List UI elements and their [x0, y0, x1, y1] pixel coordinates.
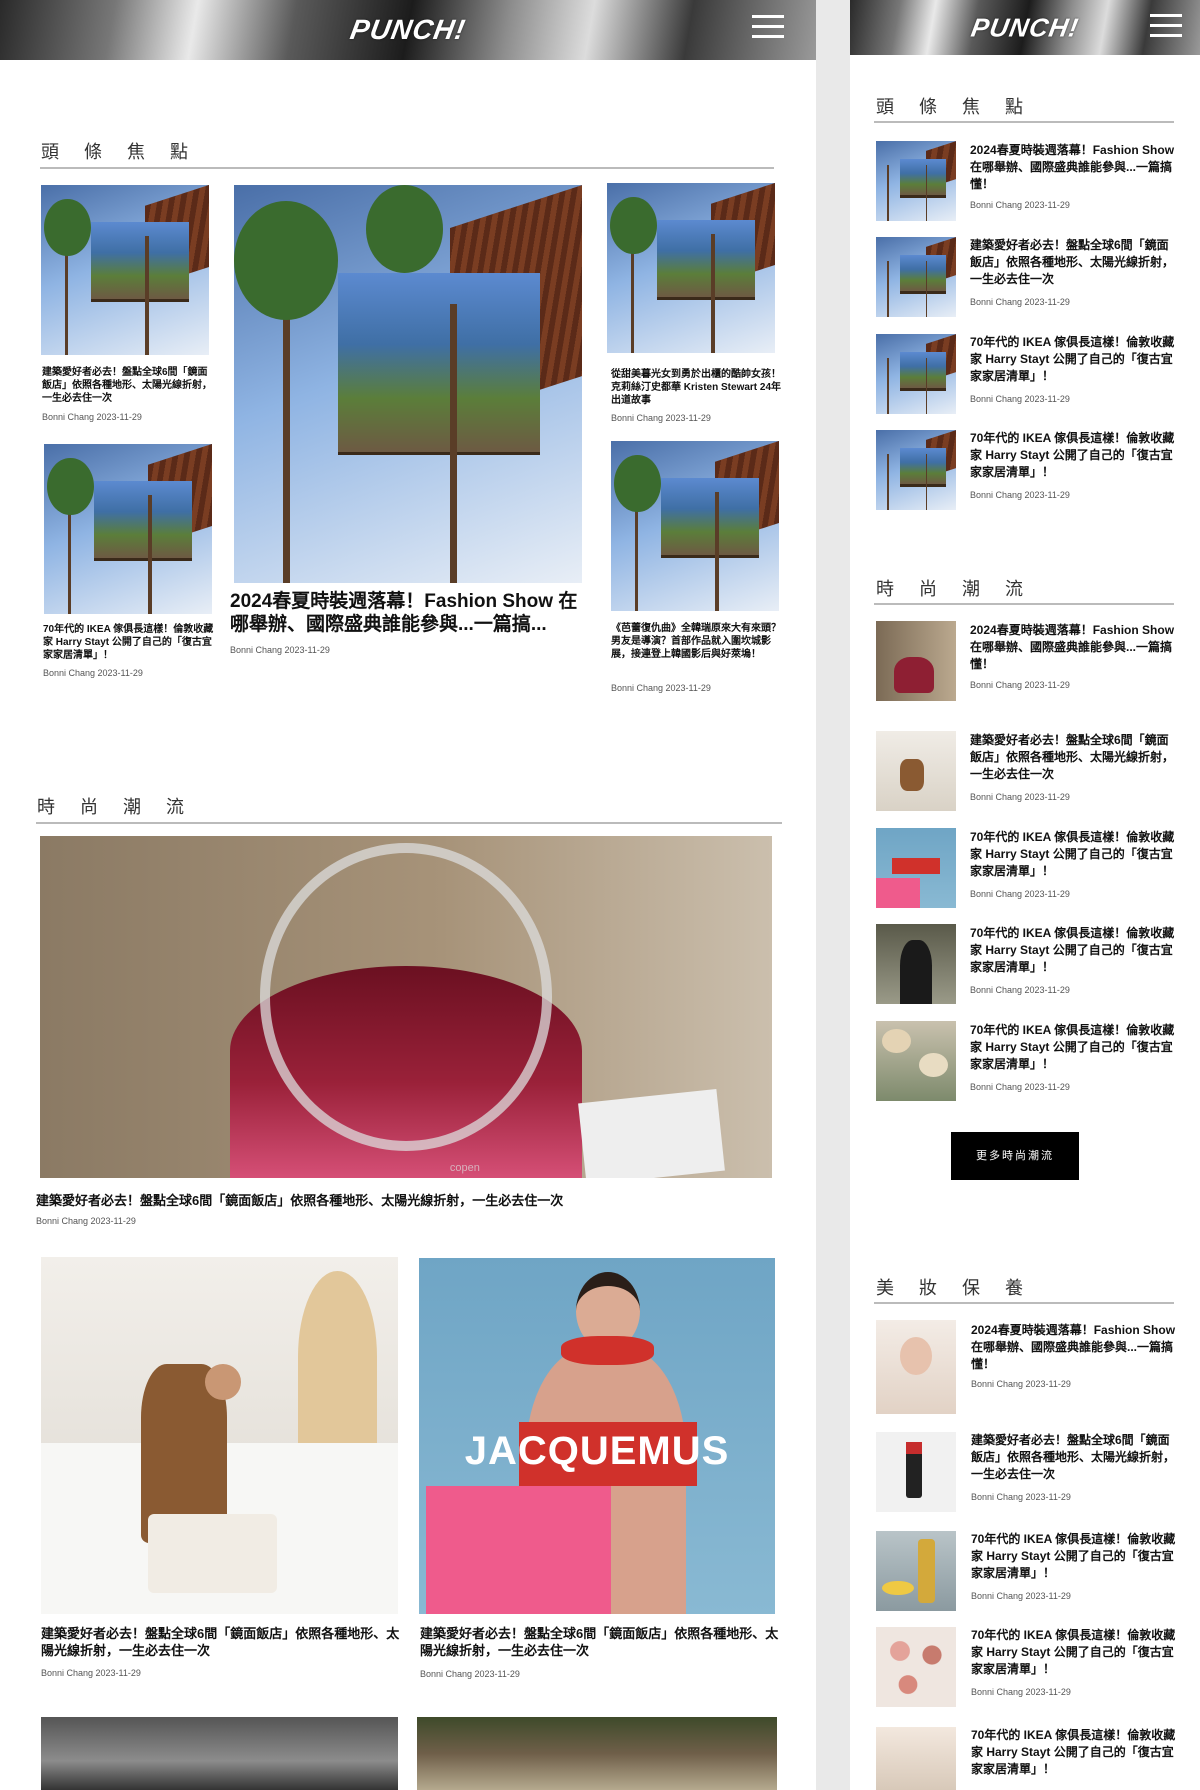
article-thumbnail[interactable]: [611, 441, 779, 611]
brand-logo[interactable]: PUNCH!: [969, 12, 1081, 43]
article-thumbnail-jacquemus[interactable]: [876, 828, 956, 908]
article-title[interactable]: 從甜美暮光女到勇於出櫃的酷帥女孩！克莉絲汀史都華 Kristen Stewart…: [611, 368, 783, 408]
article-title[interactable]: 70年代的 IKEA 傢俱長這樣！倫敦收藏家 Harry Stayt 公開了自己…: [971, 1531, 1181, 1582]
article-meta: Bonni Chang 2023-11-29: [970, 985, 1070, 995]
article-meta: Bonni Chang 2023-11-29: [970, 680, 1070, 690]
article-meta: Bonni Chang 2023-11-29: [970, 394, 1070, 404]
article-title[interactable]: 70年代的 IKEA 傢俱長這樣！倫敦收藏家 Harry Stayt 公開了自己…: [970, 1022, 1180, 1073]
section-title-headlines: 頭 條 焦 點: [41, 142, 199, 162]
article-thumbnail-tube[interactable]: [876, 1432, 956, 1512]
article-meta: Bonni Chang 2023-11-29: [970, 1082, 1070, 1092]
article-thumbnail[interactable]: [876, 237, 956, 317]
article-thumbnail-oil[interactable]: [876, 1531, 956, 1611]
article-meta: Bonni Chang 2023-11-29: [971, 1591, 1071, 1601]
section-divider: [40, 167, 774, 169]
article-title[interactable]: 建築愛好者必去！盤點全球6間「鏡面飯店」依照各種地形、太陽光線折射，一生必去住一…: [970, 732, 1180, 783]
article-title[interactable]: 2024春夏時裝週落幕！Fashion Show 在哪舉辦、國際盛典誰能參與..…: [970, 622, 1180, 673]
header-bar: PUNCH!: [850, 0, 1200, 55]
section-divider: [874, 121, 1174, 123]
article-title[interactable]: 建築愛好者必去！盤點全球6間「鏡面飯店」依照各種地形、太陽光線折射，一生必去住一…: [36, 1192, 776, 1209]
article-thumbnail[interactable]: [876, 334, 956, 414]
article-title[interactable]: 70年代的 IKEA 傢俱長這樣！倫敦收藏家 Harry Stayt 公開了自己…: [970, 829, 1180, 880]
featured-article-title[interactable]: 2024春夏時裝週落幕！Fashion Show 在哪舉辦、國際盛典誰能參與..…: [230, 590, 590, 636]
article-title[interactable]: 2024春夏時裝週落幕！Fashion Show 在哪舉辦、國際盛典誰能參與..…: [971, 1322, 1181, 1373]
article-title[interactable]: 70年代的 IKEA 傢俱長這樣！倫敦收藏家 Harry Stayt 公開了自己…: [971, 1627, 1181, 1678]
page-right: PUNCH! 頭 條 焦 點 2024春夏時裝週落幕！Fashion Show …: [850, 0, 1200, 1790]
article-title[interactable]: 建築愛好者必去！盤點全球6間「鏡面飯店」依照各種地形、太陽光線折射，一生必去住一…: [41, 1625, 401, 1661]
more-fashion-button[interactable]: 更多時尚潮流: [951, 1132, 1079, 1180]
article-image-street[interactable]: [41, 1717, 398, 1790]
brand-logo[interactable]: PUNCH!: [348, 14, 468, 46]
article-meta: Bonni Chang 2023-11-29: [611, 683, 711, 693]
article-thumbnail-palette[interactable]: [876, 1627, 956, 1707]
article-meta: Bonni Chang 2023-11-29: [970, 200, 1070, 210]
section-title-beauty: 美 妝 保 養: [876, 1278, 1034, 1298]
article-thumbnail[interactable]: [41, 185, 209, 355]
article-meta: Bonni Chang 2023-11-29: [971, 1492, 1071, 1502]
article-thumbnail-portrait[interactable]: [876, 924, 956, 1004]
article-title[interactable]: 《芭蕾復仇曲》全韓瑞原來大有來頭？男友是導演？首部作品就入圍坎城影展，接連登上韓…: [611, 622, 783, 676]
article-image-jacquemus[interactable]: JACQUEMUS: [419, 1258, 775, 1614]
article-meta: Bonni Chang 2023-11-29: [41, 1668, 141, 1678]
article-meta: Bonni Chang 2023-11-29: [43, 668, 143, 678]
article-thumbnail-jar[interactable]: [876, 1727, 956, 1790]
article-image-hats[interactable]: [417, 1717, 777, 1790]
article-meta: Bonni Chang 2023-11-29: [230, 645, 330, 655]
feature-image-handbag[interactable]: copen: [40, 836, 772, 1178]
article-title[interactable]: 建築愛好者必去！盤點全球6間「鏡面飯店」依照各種地形、太陽光線折射，一生必去住一…: [970, 237, 1180, 288]
article-image-room[interactable]: [41, 1257, 398, 1614]
article-thumbnail[interactable]: [607, 183, 775, 353]
article-meta: Bonni Chang 2023-11-29: [971, 1687, 1071, 1697]
section-divider: [874, 603, 1174, 605]
article-title[interactable]: 2024春夏時裝週落幕！Fashion Show 在哪舉辦、國際盛典誰能參與..…: [970, 142, 1180, 193]
article-title[interactable]: 70年代的 IKEA 傢俱長這樣！倫敦收藏家 Harry Stayt 公開了自己…: [971, 1727, 1181, 1778]
article-meta: Bonni Chang 2023-11-29: [611, 413, 711, 423]
jacquemus-wordmark: JACQUEMUS: [464, 1428, 730, 1473]
section-divider: [874, 1302, 1174, 1304]
article-meta: Bonni Chang 2023-11-29: [420, 1669, 520, 1679]
page-left: PUNCH! 頭 條 焦 點 建築愛好者必去！盤點全球6間「鏡面飯店」依照各種地…: [0, 0, 816, 1790]
article-title[interactable]: 70年代的 IKEA 傢俱長這樣！倫敦收藏家 Harry Stayt 公開了自己…: [970, 430, 1180, 481]
article-meta: Bonni Chang 2023-11-29: [970, 889, 1070, 899]
article-thumbnail-room[interactable]: [876, 731, 956, 811]
bag-brand-label: copen: [449, 1162, 480, 1174]
section-title-fashion: 時 尚 潮 流: [37, 797, 195, 817]
article-thumbnail[interactable]: [876, 141, 956, 221]
hamburger-icon[interactable]: [1150, 14, 1182, 38]
article-meta: Bonni Chang 2023-11-29: [36, 1216, 136, 1226]
article-title[interactable]: 70年代的 IKEA 傢俱長這樣！倫敦收藏家 Harry Stayt 公開了自己…: [970, 925, 1180, 976]
section-divider: [36, 822, 782, 824]
featured-thumbnail[interactable]: [234, 185, 582, 583]
article-title[interactable]: 建築愛好者必去！盤點全球6間「鏡面飯店」依照各種地形、太陽光線折射，一生必去住一…: [42, 366, 212, 406]
section-title-headlines: 頭 條 焦 點: [876, 97, 1034, 117]
article-title[interactable]: 70年代的 IKEA 傢俱長這樣！倫敦收藏家 Harry Stayt 公開了自己…: [43, 623, 215, 663]
header-bar: PUNCH!: [0, 0, 816, 60]
article-thumbnail-handbag[interactable]: [876, 621, 956, 701]
article-meta: Bonni Chang 2023-11-29: [970, 297, 1070, 307]
article-title[interactable]: 建築愛好者必去！盤點全球6間「鏡面飯店」依照各種地形、太陽光線折射，一生必去住一…: [971, 1432, 1181, 1483]
article-thumbnail[interactable]: [876, 430, 956, 510]
article-meta: Bonni Chang 2023-11-29: [971, 1379, 1071, 1389]
article-meta: Bonni Chang 2023-11-29: [970, 490, 1070, 500]
section-title-fashion: 時 尚 潮 流: [876, 579, 1034, 599]
article-thumbnail[interactable]: [44, 444, 212, 614]
article-thumbnail-hats[interactable]: [876, 1021, 956, 1101]
article-title[interactable]: 70年代的 IKEA 傢俱長這樣！倫敦收藏家 Harry Stayt 公開了自己…: [970, 334, 1180, 385]
article-title[interactable]: 建築愛好者必去！盤點全球6間「鏡面飯店」依照各種地形、太陽光線折射，一生必去住一…: [420, 1625, 780, 1661]
hamburger-icon[interactable]: [752, 15, 784, 39]
article-meta: Bonni Chang 2023-11-29: [970, 792, 1070, 802]
article-meta: Bonni Chang 2023-11-29: [42, 412, 142, 422]
article-thumbnail-model[interactable]: [876, 1320, 956, 1414]
